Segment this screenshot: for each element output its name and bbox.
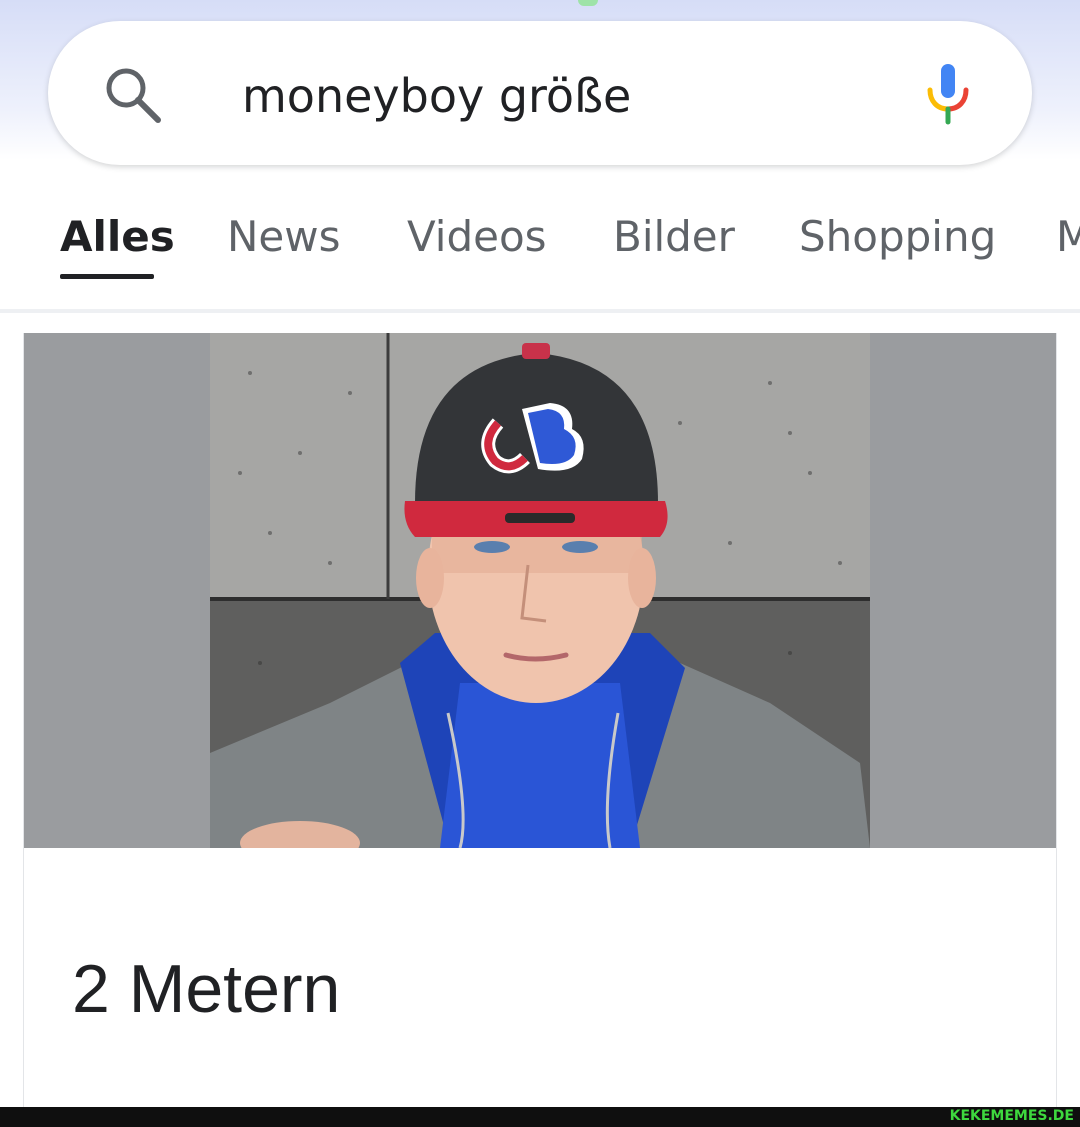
answer-text: 2 Metern (72, 951, 341, 1027)
microphone-icon[interactable] (924, 60, 972, 126)
tab-news[interactable]: News (227, 212, 341, 261)
watermark-bar (0, 1107, 1080, 1127)
result-image[interactable] (24, 333, 1056, 848)
tab-shopping[interactable]: Shopping (799, 212, 996, 261)
tab-alles[interactable]: Alles (60, 212, 175, 261)
tab-bilder[interactable]: Bilder (613, 212, 735, 261)
search-icon[interactable] (102, 64, 166, 128)
person-photo (210, 333, 870, 848)
watermark: KEKEMEMES.DE (949, 1108, 1074, 1124)
tab-videos[interactable]: Videos (407, 212, 547, 261)
search-tabs: Alles News Videos Bilder Shopping M (0, 200, 1080, 280)
status-indicator (578, 0, 598, 6)
search-input[interactable]: moneyboy größe (242, 66, 631, 126)
tabs-divider (0, 309, 1080, 313)
active-tab-indicator (60, 274, 154, 279)
tab-more[interactable]: M (1056, 212, 1080, 261)
